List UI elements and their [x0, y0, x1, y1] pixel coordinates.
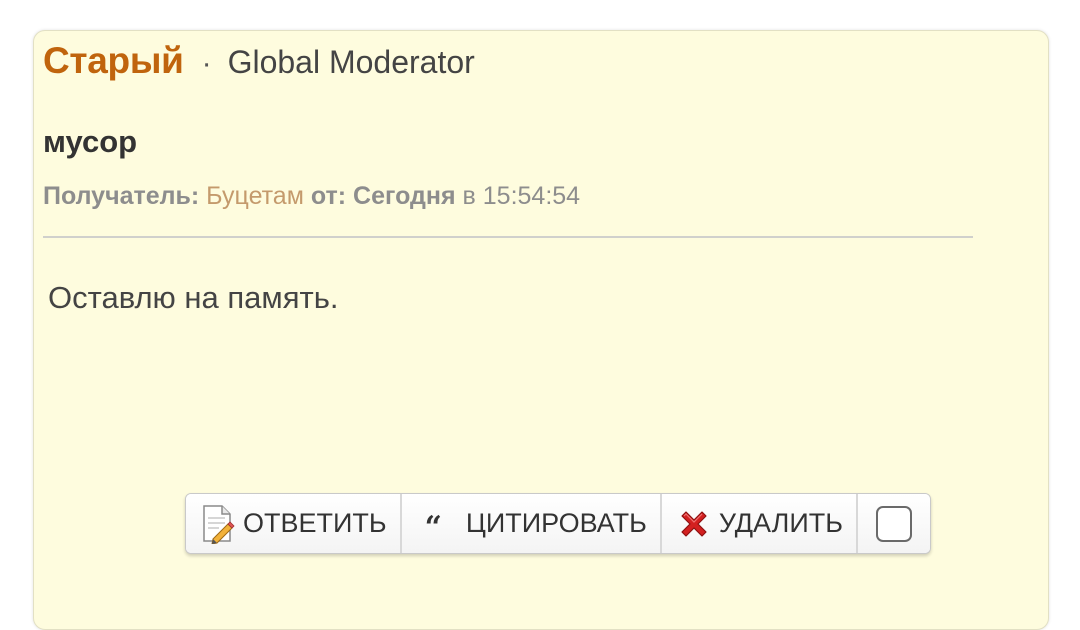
author-role: Global Moderator [227, 44, 475, 80]
quote-icon: “ [424, 509, 442, 545]
red-x-icon [677, 507, 711, 541]
edit-document-icon [201, 504, 235, 544]
author-name[interactable]: Старый [43, 40, 184, 82]
message-body: Оставлю на память. [48, 280, 339, 315]
reply-label: ОТВЕТИТЬ [243, 508, 387, 538]
message-subject: мусор [43, 124, 138, 159]
message-date: Сегодня [353, 182, 456, 210]
recipient-label: Получатель: [43, 182, 200, 210]
quote-button[interactable]: “ ЦИТИРОВАТЬ [401, 494, 662, 553]
message-time: 15:54:54 [482, 182, 581, 210]
divider [43, 236, 973, 238]
select-checkbox-cell [857, 494, 930, 553]
from-label: от: [310, 182, 347, 210]
message-toolbar: ОТВЕТИТЬ “ ЦИТИРОВАТЬ УДАЛИТЬ [185, 493, 931, 554]
delete-button[interactable]: УДАЛИТЬ [661, 494, 858, 553]
separator-dot: · [201, 47, 212, 80]
select-checkbox[interactable] [875, 505, 912, 542]
message-meta: Получатель: Буцетам от: Сегодня в 15:54:… [43, 182, 580, 211]
delete-label: УДАЛИТЬ [718, 508, 843, 538]
recipient-link[interactable]: Буцетам [206, 182, 304, 210]
message-header: Старый · Global Moderator [43, 40, 475, 82]
quote-label: ЦИТИРОВАТЬ [465, 508, 647, 538]
time-prefix: в [462, 182, 476, 210]
reply-button[interactable]: ОТВЕТИТЬ [186, 494, 402, 553]
